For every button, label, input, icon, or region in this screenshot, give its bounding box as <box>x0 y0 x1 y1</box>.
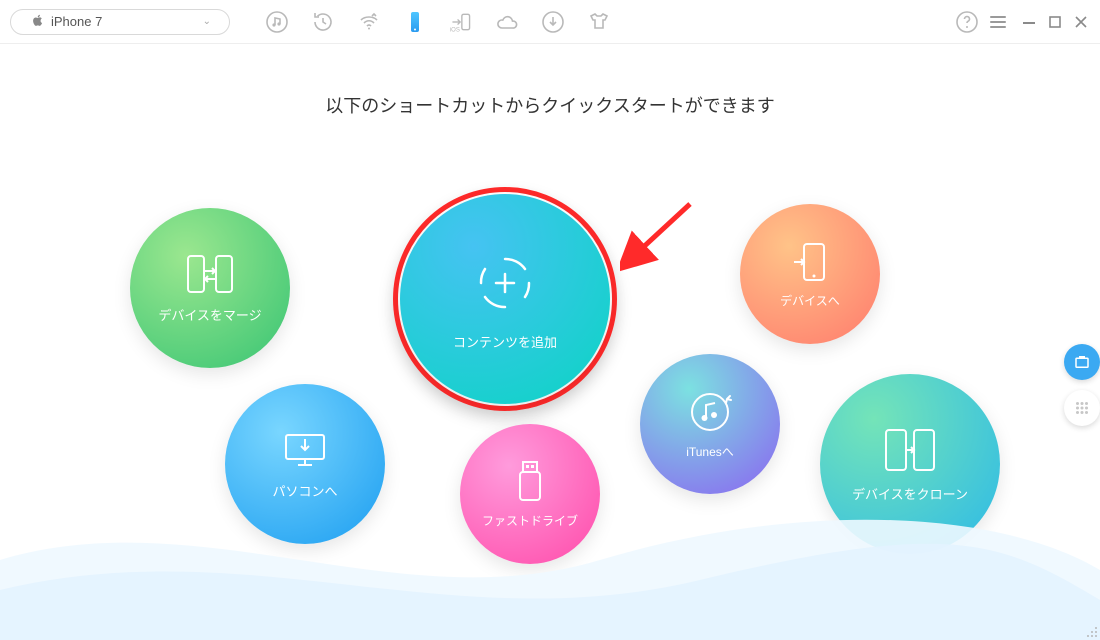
shortcut-to-itunes[interactable]: iTunesへ <box>640 354 780 494</box>
tab-to-ios[interactable]: iOS <box>438 2 484 42</box>
window-controls <box>1020 13 1090 31</box>
usb-drive-icon <box>513 460 547 504</box>
device-selector[interactable]: iPhone 7 ⌄ <box>10 9 230 35</box>
tab-skins[interactable] <box>576 2 622 42</box>
shortcut-merge-devices[interactable]: デバイスをマージ <box>130 208 290 368</box>
shortcut-clone-device[interactable]: デバイスをクローン <box>820 374 1000 554</box>
shortcut-to-pc[interactable]: パソコンへ <box>225 384 385 544</box>
annotation-arrow-icon <box>620 194 700 279</box>
chevron-down-icon: ⌄ <box>203 16 211 27</box>
tab-history[interactable] <box>300 2 346 42</box>
help-button[interactable] <box>944 2 990 42</box>
shortcut-label: デバイスへ <box>780 292 840 309</box>
tab-wifi-sync[interactable] <box>346 2 392 42</box>
content-area: 以下のショートカットからクイックスタートができます デバイスをマージ パソコンへ <box>0 44 1100 640</box>
to-device-icon <box>792 240 828 284</box>
rail-shortcuts-view[interactable] <box>1064 344 1100 380</box>
tab-music[interactable] <box>254 2 300 42</box>
shortcut-label: iTunesへ <box>686 443 734 460</box>
window-maximize[interactable] <box>1046 13 1064 31</box>
menu-button[interactable] <box>990 16 1006 28</box>
tab-icloud[interactable] <box>484 2 530 42</box>
svg-text:iOS: iOS <box>450 27 460 33</box>
resize-grip-icon[interactable] <box>1084 624 1098 638</box>
tab-download[interactable] <box>530 2 576 42</box>
merge-icon <box>185 253 235 295</box>
clone-icon <box>882 426 938 474</box>
shortcut-label: パソコンへ <box>272 481 337 500</box>
shortcut-to-device[interactable]: デバイスへ <box>740 204 880 344</box>
toolbar: iPhone 7 ⌄ iOS <box>0 0 1100 44</box>
apple-icon <box>31 13 45 30</box>
itunes-icon <box>687 389 733 435</box>
shortcut-label: ファストドライブ <box>482 512 578 529</box>
shortcut-add-content[interactable]: コンテンツを追加 <box>400 194 610 404</box>
monitor-download-icon <box>280 429 330 471</box>
tab-phone[interactable] <box>392 2 438 42</box>
window-close[interactable] <box>1072 13 1090 31</box>
plus-circle-icon <box>470 248 540 318</box>
side-rail <box>1064 344 1100 426</box>
window-minimize[interactable] <box>1020 13 1038 31</box>
shortcut-fast-drive[interactable]: ファストドライブ <box>460 424 600 564</box>
rail-grid-view[interactable] <box>1064 390 1100 426</box>
shortcut-label: デバイスをクローン <box>852 484 968 503</box>
device-name: iPhone 7 <box>51 14 102 29</box>
shortcut-label: デバイスをマージ <box>158 305 261 324</box>
page-title: 以下のショートカットからクイックスタートができます <box>0 44 1100 118</box>
shortcut-label: コンテンツを追加 <box>453 332 557 351</box>
